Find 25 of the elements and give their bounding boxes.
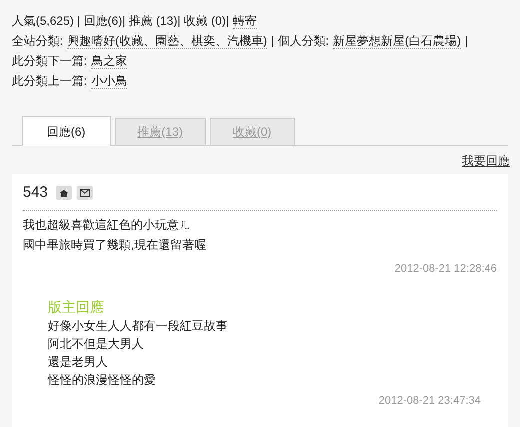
meta-text: 人氣(5,625) | 回應(6)| 推薦 (13)| 收藏 (0)| xyxy=(12,13,230,30)
meta-text: 此分類下一篇: xyxy=(12,53,88,70)
owner-reply-text: 好像小女生人人都有一段紅豆故事 xyxy=(48,318,229,335)
category-link[interactable]: 新屋夢想新屋(白石農場) xyxy=(333,34,462,48)
author-name: 543 xyxy=(23,183,48,203)
category-link[interactable]: 鳥之家 xyxy=(91,54,128,68)
comment-time: 2012-08-21 12:28:46 xyxy=(394,262,497,276)
owner-reply-text: 還是老男人 xyxy=(48,354,109,371)
meta-text: 此分類上一篇: xyxy=(12,73,88,90)
owner-reply-text: 阿北不但是大男人 xyxy=(48,336,145,353)
meta-text: 全站分類: xyxy=(12,33,64,50)
reply-time: 2012-08-21 23:47:34 xyxy=(378,394,481,409)
category-link[interactable]: 興趣嗜好(收藏、園藝、棋奕、汽機車) xyxy=(67,34,268,48)
category-link[interactable]: 轉寄 xyxy=(233,14,258,28)
meta-text: | 個人分類: xyxy=(271,33,330,50)
mail-icon[interactable] xyxy=(77,186,94,200)
reply-link[interactable]: 我要回應 xyxy=(462,152,510,170)
comment-text: 國中畢旅時買了幾顆,現在還留著喔 xyxy=(23,236,208,254)
category-link[interactable]: 小小鳥 xyxy=(91,74,128,88)
meta-text: | xyxy=(465,33,468,50)
tab[interactable]: 回應(6) xyxy=(22,116,111,146)
owner-reply-text: 怪怪的浪漫怪怪的愛 xyxy=(48,372,157,389)
comment-text: 我也超級喜歡這紅色的小玩意ㄦ xyxy=(23,216,192,234)
home-icon[interactable] xyxy=(56,186,72,200)
owner-reply-title: 版主回應 xyxy=(48,298,105,317)
